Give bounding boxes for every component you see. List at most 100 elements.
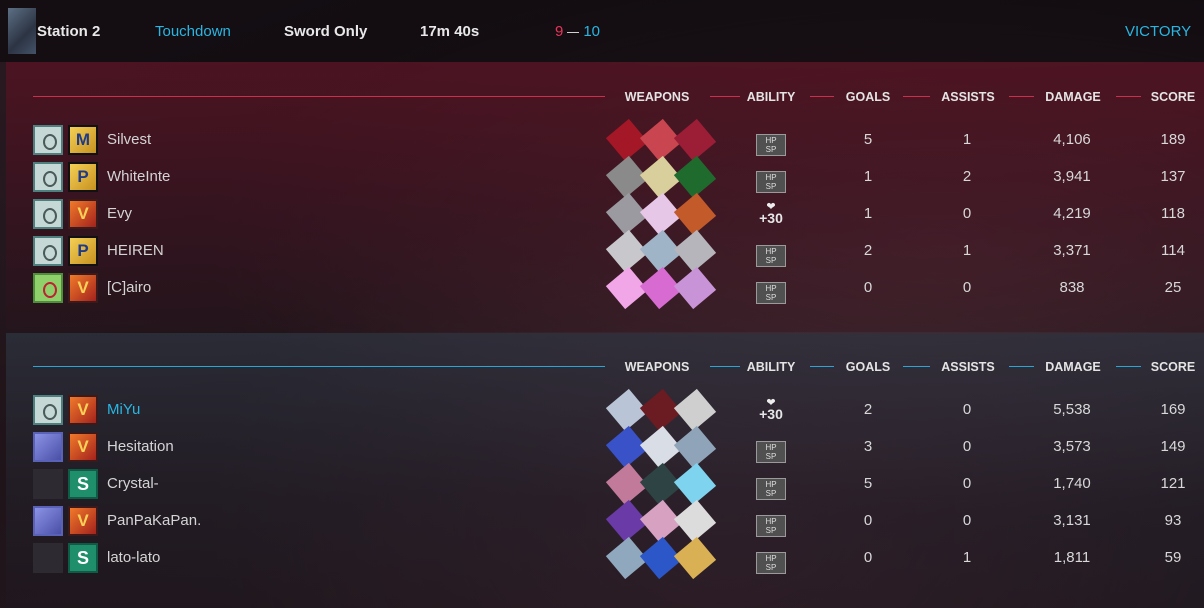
divider-line <box>710 96 740 97</box>
match-rule: Sword Only <box>284 23 368 40</box>
player-name[interactable]: HEIREN <box>107 242 164 259</box>
rank-emblem-icon: S <box>68 543 98 573</box>
ability-hpsp-icon: HP SP <box>756 509 786 537</box>
divider-line <box>1009 96 1034 97</box>
assists-value: 2 <box>962 168 972 185</box>
damage-value: 5,538 <box>1053 401 1091 418</box>
score-value: 169 <box>1160 401 1186 418</box>
player-row[interactable]: V Hesitation HP SP 3 0 3,573 149 <box>6 425 1204 469</box>
divider-line <box>1116 366 1141 367</box>
ability-hpsp-icon: HP SP <box>756 435 786 463</box>
player-row[interactable]: V MiYu ❤ +30 2 0 5,538 169 <box>6 388 1204 432</box>
goals-value: 2 <box>863 242 873 259</box>
goals-value: 5 <box>863 131 873 148</box>
player-name[interactable]: Hesitation <box>107 438 174 455</box>
col-ability: ABILITY <box>746 360 796 374</box>
ability-hpsp-icon: HP SP <box>756 239 786 267</box>
score-value: 25 <box>1164 279 1182 296</box>
damage-value: 4,219 <box>1053 205 1091 222</box>
goals-value: 5 <box>863 475 873 492</box>
player-row[interactable]: V [C]airo HP SP 0 0 838 25 <box>6 266 1204 310</box>
weapon-icon <box>673 229 717 273</box>
divider-line <box>1116 96 1141 97</box>
rank-emblem-icon: P <box>68 162 98 192</box>
assists-value: 0 <box>962 205 972 222</box>
player-row[interactable]: V Evy ❤ +30 1 0 4,219 118 <box>6 192 1204 236</box>
player-row[interactable]: V PanPaKaPan. HP SP 0 0 3,131 93 <box>6 499 1204 543</box>
goals-value: 0 <box>863 512 873 529</box>
goals-value: 0 <box>863 279 873 296</box>
player-row[interactable]: P WhiteInte HP SP 1 2 3,941 137 <box>6 155 1204 199</box>
weapon-icon <box>673 155 717 199</box>
damage-value: 3,573 <box>1053 438 1091 455</box>
damage-value: 3,131 <box>1053 512 1091 529</box>
rank-emblem-icon: P <box>68 236 98 266</box>
player-name[interactable]: [C]airo <box>107 279 151 296</box>
rank-emblem-icon: V <box>68 395 98 425</box>
col-weapons: WEAPONS <box>624 360 690 374</box>
col-ability: ABILITY <box>746 90 796 104</box>
ability-hpsp-icon: HP SP <box>756 128 786 156</box>
map-name: Station 2 <box>37 23 101 40</box>
score-left: 9 <box>555 23 564 40</box>
avatar-icon <box>33 432 63 462</box>
damage-value: 1,811 <box>1053 549 1091 566</box>
assists-value: 0 <box>962 512 972 529</box>
match-header: Station 2 Touchdown Sword Only 17m 40s 9… <box>0 0 1204 62</box>
col-damage: DAMAGE <box>1045 360 1101 374</box>
player-name[interactable]: WhiteInte <box>107 168 170 185</box>
empty-badge-slot <box>33 469 63 499</box>
badge-icon <box>33 273 63 303</box>
player-name[interactable]: MiYu <box>107 401 140 418</box>
score-value: 137 <box>1160 168 1186 185</box>
ability-hpsp-icon: HP SP <box>756 472 786 500</box>
player-name[interactable]: PanPaKaPan. <box>107 512 201 529</box>
team2-panel: WEAPONS ABILITY GOALS ASSISTS DAMAGE SCO… <box>6 333 1204 608</box>
player-row[interactable]: S lato-lato HP SP 0 1 1,811 59 <box>6 536 1204 580</box>
assists-value: 1 <box>962 242 972 259</box>
damage-value: 3,941 <box>1053 168 1091 185</box>
match-score: 9 10 <box>555 23 600 41</box>
divider-line <box>810 366 834 367</box>
empty-badge-slot <box>33 543 63 573</box>
player-name[interactable]: Silvest <box>107 131 151 148</box>
player-name[interactable]: lato-lato <box>107 549 160 566</box>
ability-heal-icon: ❤ +30 <box>759 397 783 422</box>
player-name[interactable]: Crystal- <box>107 475 159 492</box>
weapon-icon <box>673 266 717 310</box>
match-time: 17m 40s <box>420 23 480 40</box>
col-damage: DAMAGE <box>1045 90 1101 104</box>
col-goals: GOALS <box>845 90 891 104</box>
badge-icon <box>33 125 63 155</box>
weapon-icon <box>673 118 717 162</box>
weapon-icon <box>673 499 717 543</box>
badge-icon <box>33 395 63 425</box>
col-goals: GOALS <box>845 360 891 374</box>
match-result: VICTORY <box>1125 23 1192 40</box>
score-right: 10 <box>583 23 601 40</box>
rank-emblem-icon: V <box>68 273 98 303</box>
rank-emblem-icon: S <box>68 469 98 499</box>
player-row[interactable]: M Silvest HP SP 5 1 4,106 189 <box>6 118 1204 162</box>
divider-line <box>1009 366 1034 367</box>
damage-value: 1,740 <box>1053 475 1091 492</box>
rank-emblem-icon: M <box>68 125 98 155</box>
ability-hpsp-icon: HP SP <box>756 546 786 574</box>
stage-thumbnail <box>8 8 36 54</box>
weapon-icon <box>673 462 717 506</box>
assists-value: 0 <box>962 401 972 418</box>
rank-emblem-icon: V <box>68 432 98 462</box>
assists-value: 1 <box>962 549 972 566</box>
weapon-icon <box>673 388 717 432</box>
ability-heal-icon: ❤ +30 <box>759 201 783 226</box>
assists-value: 0 <box>962 475 972 492</box>
player-name[interactable]: Evy <box>107 205 132 222</box>
player-row[interactable]: S Crystal- HP SP 5 0 1,740 121 <box>6 462 1204 506</box>
assists-value: 0 <box>962 438 972 455</box>
badge-icon <box>33 162 63 192</box>
divider-line <box>810 96 834 97</box>
divider-line <box>33 366 605 367</box>
divider-line <box>903 366 930 367</box>
player-row[interactable]: P HEIREN HP SP 2 1 3,371 114 <box>6 229 1204 273</box>
goals-value: 3 <box>863 438 873 455</box>
